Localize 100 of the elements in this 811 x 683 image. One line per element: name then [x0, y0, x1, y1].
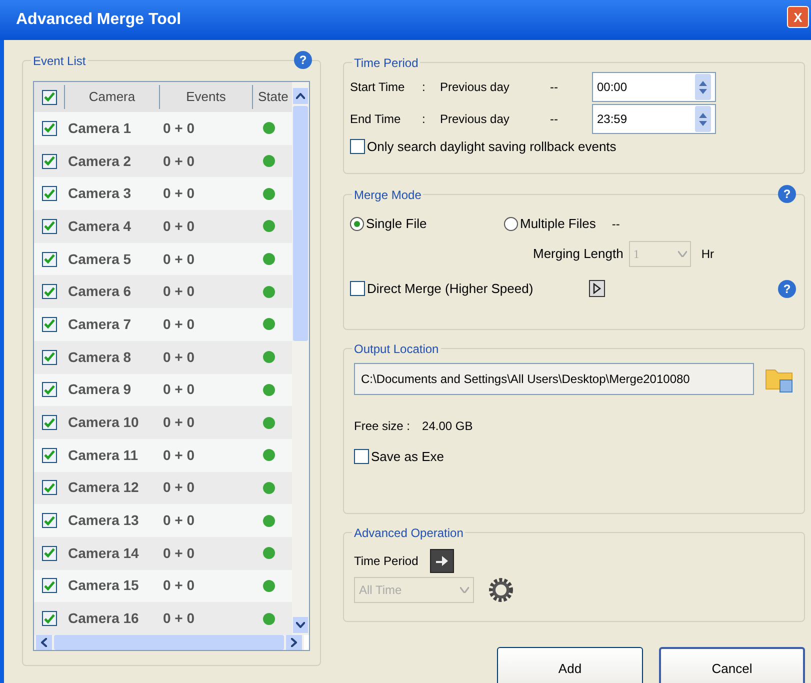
- camera-name: Camera 11: [67, 446, 140, 465]
- events-count: 0 + 0: [162, 282, 196, 302]
- camera-name: Camera 6: [67, 282, 132, 302]
- events-count: 0 + 0: [162, 380, 196, 400]
- day-label: Previous day: [440, 111, 510, 128]
- table-row[interactable]: Camera 3 0 + 0: [34, 177, 292, 210]
- camera-name: Camera 15: [67, 576, 140, 596]
- checkbox[interactable]: [42, 284, 56, 300]
- checkbox[interactable]: [42, 316, 56, 332]
- events-count: 0 + 0: [162, 446, 196, 465]
- close-button[interactable]: X: [787, 6, 809, 28]
- scroll-thumb[interactable]: [293, 106, 308, 341]
- camera-name: Camera 1: [67, 118, 132, 138]
- radio-button[interactable]: [350, 217, 364, 231]
- time-field[interactable]: 23:59: [592, 104, 716, 134]
- dialog-button[interactable]: Add: [497, 647, 643, 683]
- time-separator: :: [422, 79, 426, 96]
- table-row[interactable]: Camera 11 0 + 0: [34, 438, 292, 472]
- path-field[interactable]: C:\Documents and Settings\All Users\Desktop\Merge2010080: [354, 363, 754, 395]
- time-dash: --: [550, 111, 559, 128]
- table-row[interactable]: Camera 10 0 + 0: [34, 406, 292, 439]
- checkbox[interactable]: [350, 281, 365, 296]
- table-row[interactable]: Camera 1 0 + 0: [34, 112, 292, 145]
- checkbox[interactable]: [42, 382, 56, 398]
- scroll-up-icon[interactable]: [293, 88, 308, 104]
- camera-name: Camera 14: [67, 544, 140, 563]
- column-header[interactable]: Camera: [64, 85, 159, 109]
- vertical-scrollbar[interactable]: [292, 82, 309, 635]
- window-title: Advanced Merge Tool: [16, 10, 182, 30]
- events-count: 0 + 0: [162, 544, 196, 563]
- checkbox[interactable]: [42, 186, 56, 202]
- table-row[interactable]: Camera 4 0 + 0: [34, 210, 292, 243]
- checkbox[interactable]: [42, 448, 56, 463]
- events-count: 0 + 0: [162, 216, 196, 236]
- help-button[interactable]: ?: [778, 185, 796, 203]
- checkbox[interactable]: [354, 449, 369, 464]
- time-field[interactable]: 00:00: [592, 72, 716, 102]
- scroll-right-icon[interactable]: [286, 635, 302, 650]
- table-row[interactable]: Camera 5 0 + 0: [34, 242, 292, 276]
- table-row[interactable]: Camera 6 0 + 0: [34, 275, 292, 308]
- checkbox[interactable]: [42, 154, 56, 169]
- column-header[interactable]: Events: [159, 85, 252, 109]
- free-size-value: 24.00 GB: [422, 418, 473, 435]
- table-row[interactable]: Camera 14 0 + 0: [34, 536, 292, 570]
- unit-label: Hr: [701, 246, 714, 263]
- checkbox[interactable]: [42, 120, 56, 136]
- camera-name: Camera 13: [67, 511, 140, 530]
- time-label: Start Time: [350, 79, 406, 96]
- table-row[interactable]: Camera 8 0 + 0: [34, 340, 292, 374]
- spin-buttons[interactable]: [695, 74, 711, 100]
- time-period-label: Time Period: [354, 553, 418, 570]
- checkbox[interactable]: [42, 578, 56, 594]
- events-count: 0 + 0: [162, 152, 196, 171]
- events-count: 0 + 0: [162, 478, 196, 498]
- checkbox-label: Direct Merge (Higher Speed): [367, 280, 534, 298]
- help-button[interactable]: ?: [294, 51, 312, 69]
- checkbox[interactable]: [42, 480, 56, 496]
- table-row[interactable]: Camera 15 0 + 0: [34, 570, 292, 602]
- camera-name: Camera 12: [67, 478, 140, 498]
- camera-name: Camera 16: [67, 609, 140, 628]
- checkbox-label: Save as Exe: [371, 448, 444, 466]
- radio-label: Single File: [366, 215, 427, 234]
- table-row[interactable]: Camera 9 0 + 0: [34, 374, 292, 406]
- events-count: 0 + 0: [162, 118, 196, 138]
- free-size-label: Free size :: [354, 418, 410, 435]
- camera-name: Camera 8: [67, 348, 132, 367]
- time-label: End Time: [350, 111, 402, 128]
- table-row[interactable]: Camera 16 0 + 0: [34, 602, 292, 635]
- events-count: 0 + 0: [162, 184, 196, 204]
- checkbox[interactable]: [42, 611, 56, 626]
- spin-buttons[interactable]: [695, 106, 711, 132]
- table-row[interactable]: Camera 2 0 + 0: [34, 144, 292, 178]
- time-separator: :: [422, 111, 426, 128]
- table-row[interactable]: Camera 12 0 + 0: [34, 472, 292, 504]
- radio-button[interactable]: [504, 217, 518, 231]
- camera-name: Camera 2: [67, 152, 132, 171]
- help-button[interactable]: ?: [778, 280, 796, 298]
- checkbox[interactable]: [42, 218, 56, 234]
- select-all-checkbox[interactable]: [42, 90, 56, 104]
- checkbox[interactable]: [42, 252, 56, 267]
- scroll-down-icon[interactable]: [293, 617, 308, 633]
- checkbox[interactable]: [350, 139, 365, 154]
- caret-icon: [460, 587, 469, 593]
- checkbox[interactable]: [42, 350, 56, 365]
- table-row[interactable]: Camera 13 0 + 0: [34, 504, 292, 537]
- play-icon[interactable]: [589, 280, 605, 298]
- checkbox[interactable]: [42, 513, 56, 528]
- gear-icon[interactable]: [488, 577, 514, 603]
- events-count: 0 + 0: [162, 511, 196, 530]
- time-dash: --: [550, 79, 559, 96]
- merging-length-label: Merging Length: [533, 245, 624, 264]
- camera-name: Camera 10: [67, 413, 140, 432]
- dialog-button[interactable]: Cancel: [659, 647, 805, 683]
- table-row[interactable]: Camera 7 0 + 0: [34, 308, 292, 341]
- events-count: 0 + 0: [162, 413, 196, 432]
- checkbox[interactable]: [42, 415, 56, 430]
- checkbox[interactable]: [42, 546, 56, 561]
- events-count: 0 + 0: [162, 250, 196, 269]
- mode-dash: --: [612, 216, 620, 233]
- scroll-left-icon[interactable]: [36, 635, 52, 650]
